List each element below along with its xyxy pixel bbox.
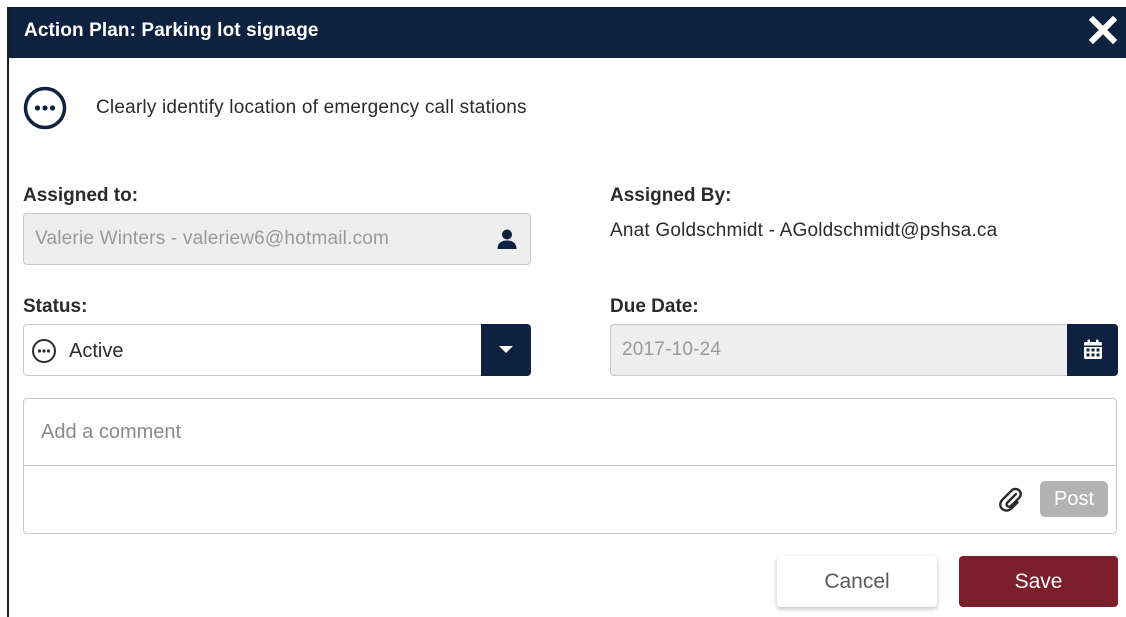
post-button[interactable]: Post bbox=[1040, 481, 1108, 517]
due-date-field[interactable]: 2017-10-24 bbox=[610, 324, 1118, 376]
comment-box: Post bbox=[23, 398, 1117, 534]
assigned-to-field[interactable]: Valerie Winters - valeriew6@hotmail.com bbox=[23, 213, 531, 265]
action-item-description: Clearly identify location of emergency c… bbox=[96, 97, 527, 118]
date-picker-button[interactable] bbox=[1067, 324, 1118, 376]
comment-input[interactable] bbox=[24, 399, 1116, 466]
status-value: Active bbox=[69, 340, 124, 362]
close-icon bbox=[1088, 15, 1118, 45]
status-dropdown-button[interactable] bbox=[481, 324, 531, 376]
calendar-icon bbox=[1084, 339, 1102, 359]
caret-down-icon bbox=[499, 346, 513, 353]
assigned-to-label: Assigned to: bbox=[23, 185, 139, 206]
cancel-button[interactable]: Cancel bbox=[777, 556, 937, 607]
status-label: Status: bbox=[23, 296, 88, 317]
assigned-to-value: Valerie Winters - valeriew6@hotmail.com bbox=[35, 228, 390, 249]
action-plan-dialog: Action Plan: Parking lot signage Clearly… bbox=[7, 7, 1126, 617]
close-button[interactable] bbox=[1088, 15, 1118, 45]
save-button[interactable]: Save bbox=[959, 556, 1118, 607]
status-select[interactable]: Active bbox=[23, 324, 531, 376]
assigned-by-label: Assigned By: bbox=[610, 185, 732, 206]
more-circle-icon bbox=[23, 86, 67, 130]
action-item-row: Clearly identify location of emergency c… bbox=[23, 86, 923, 130]
person-icon[interactable] bbox=[496, 228, 518, 250]
due-date-value: 2017-10-24 bbox=[622, 339, 722, 360]
dialog-title: Action Plan: Parking lot signage bbox=[24, 20, 319, 41]
more-circle-icon bbox=[31, 338, 57, 364]
assigned-by-value: Anat Goldschmidt - AGoldschmidt@pshsa.ca bbox=[610, 220, 998, 241]
dialog-header: Action Plan: Parking lot signage bbox=[9, 8, 1126, 58]
due-date-label: Due Date: bbox=[610, 296, 699, 317]
paperclip-icon[interactable] bbox=[996, 485, 1024, 513]
